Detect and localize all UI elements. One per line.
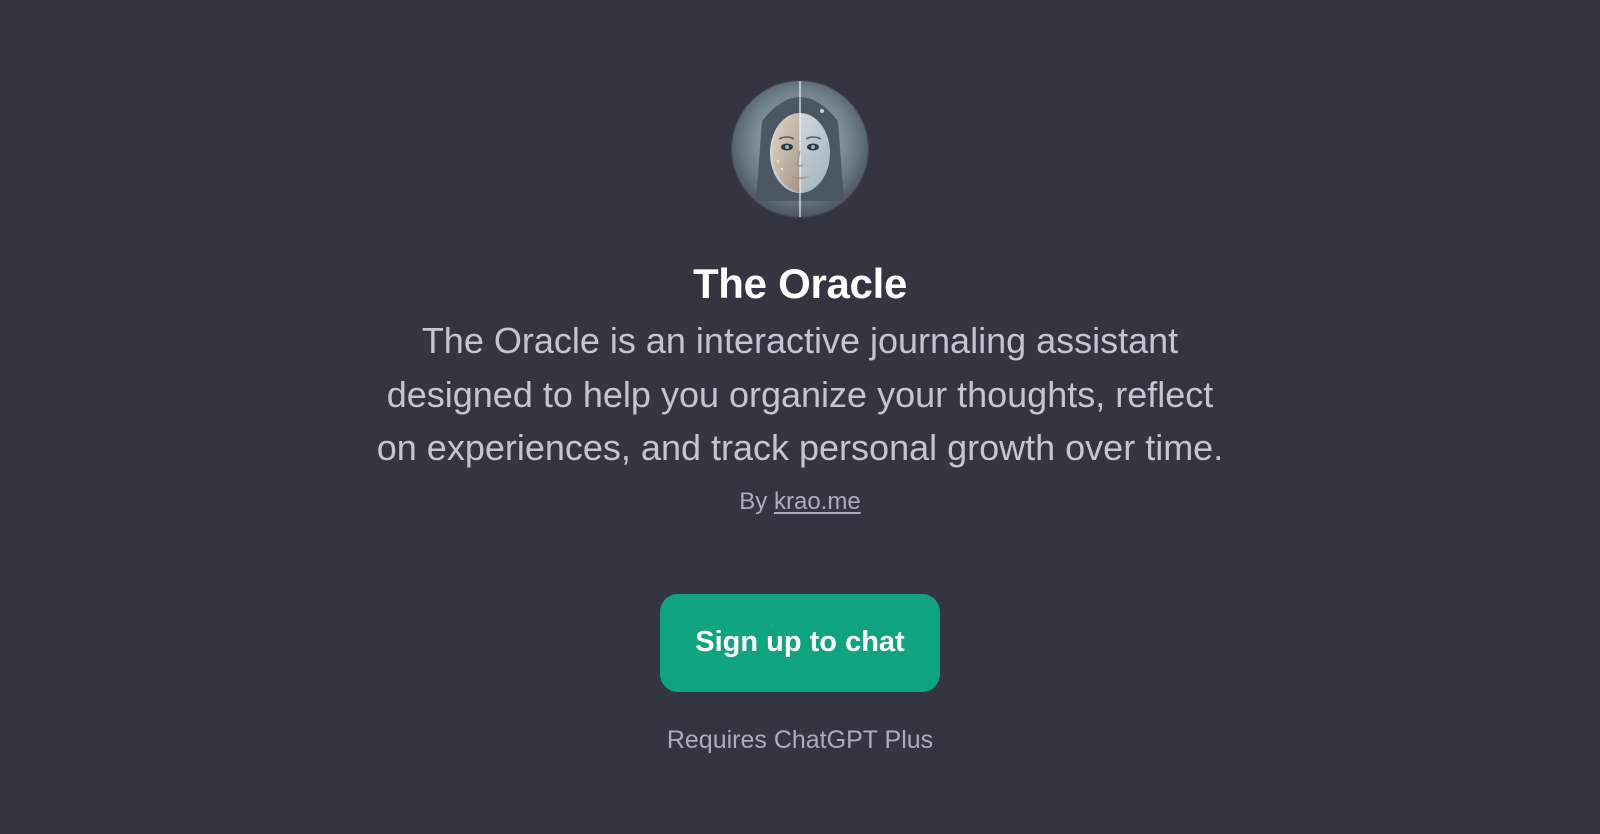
oracle-face-avatar-icon <box>732 81 868 217</box>
gpt-landing-page: The Oracle The Oracle is an interactive … <box>0 0 1600 834</box>
by-prefix: By <box>739 487 768 515</box>
gpt-avatar <box>732 81 868 217</box>
gpt-title: The Oracle <box>692 260 908 307</box>
gpt-description: The Oracle is an interactive journaling … <box>376 320 1224 468</box>
requirement-note: Requires ChatGPT Plus <box>666 725 934 754</box>
author-link[interactable]: krao.me <box>774 488 861 515</box>
author-byline: By krao.me <box>739 487 860 517</box>
sign-up-to-chat-button[interactable]: Sign up to chat <box>660 593 940 692</box>
